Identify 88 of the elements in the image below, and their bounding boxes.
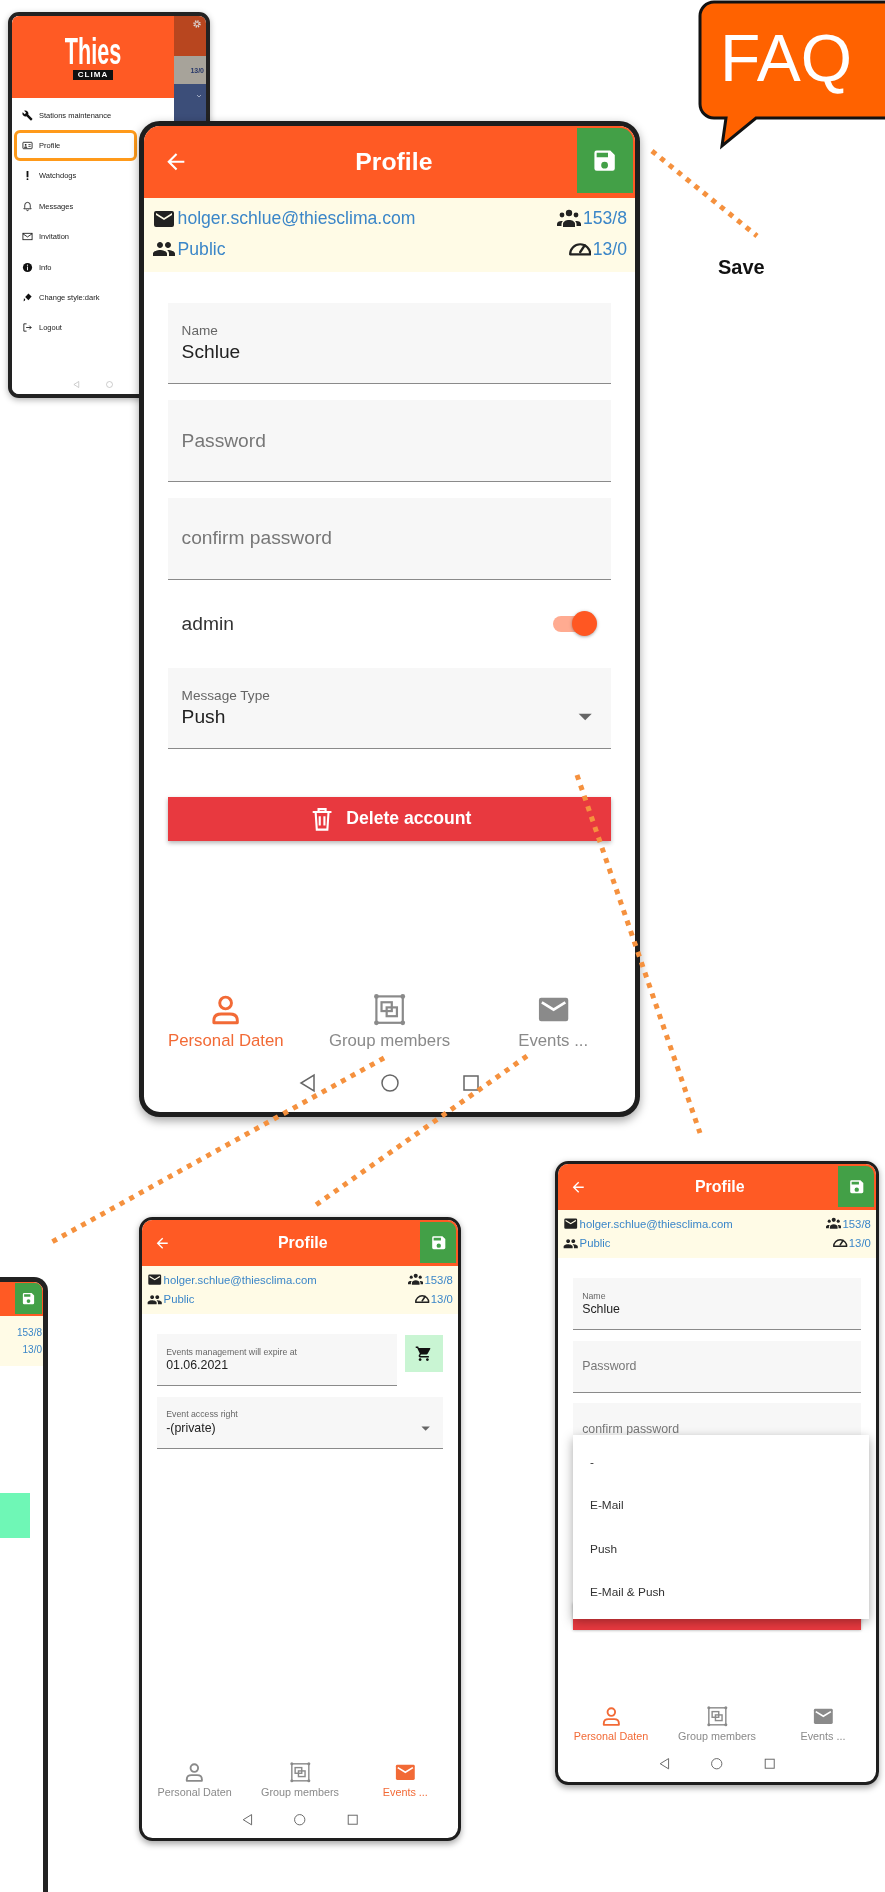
mail-icon: [147, 1272, 163, 1288]
brush-icon: [22, 292, 33, 304]
field-label: Message Type: [181, 688, 271, 703]
info-icon: [22, 261, 33, 273]
tab[interactable]: Group members: [664, 1705, 770, 1743]
tab[interactable]: Events ...: [471, 992, 635, 1051]
input-field[interactable]: Name Schlue: [573, 1277, 861, 1331]
visibility-text: Public: [177, 238, 226, 260]
text-input[interactable]: Schlue: [181, 340, 598, 363]
chevron-icon[interactable]: [195, 92, 203, 100]
settings-icon[interactable]: [192, 19, 202, 29]
switch-label: admin: [181, 612, 234, 635]
save-icon: [847, 1177, 866, 1196]
screen-title: Profile: [276, 1233, 329, 1253]
input-field[interactable]: Name Schlue: [168, 302, 611, 385]
tab[interactable]: Group members: [247, 1761, 353, 1799]
members-count: 153/8: [424, 1273, 453, 1286]
screen-title: Profile: [354, 147, 434, 177]
save-button[interactable]: [838, 1165, 875, 1208]
stations-count: 13/0: [848, 1237, 871, 1250]
input-field[interactable]: Password: [573, 1340, 861, 1394]
menu-option[interactable]: E-Mail & Push: [573, 1570, 869, 1614]
email-address: holger.schlue@thiesclima.com: [163, 1273, 317, 1286]
toggle-switch[interactable]: [551, 610, 598, 637]
input-field[interactable]: confirm password: [168, 497, 611, 580]
email-address: holger.schlue@thiesclima.com: [177, 208, 416, 230]
members-count: 153/8: [842, 1217, 871, 1230]
visibility-text: Public: [579, 1237, 611, 1250]
stations-count: 13/0: [430, 1293, 453, 1306]
envelope-icon: [22, 231, 33, 243]
dropdown-field[interactable]: Event access right -(private): [157, 1396, 443, 1450]
field-label: Event access right: [166, 1409, 239, 1420]
email-address: holger.schlue@thiesclima.com: [579, 1217, 733, 1230]
text-input[interactable]: Password: [582, 1359, 852, 1374]
field-label: Name: [181, 323, 219, 339]
members-count: 153/8: [582, 208, 627, 230]
faq-title: FAQ: [720, 20, 853, 97]
group-icon: [408, 1272, 424, 1288]
gauge-icon: [833, 1239, 848, 1248]
text-input[interactable]: Schlue: [582, 1302, 852, 1317]
cart-icon: [415, 1344, 433, 1363]
text-input[interactable]: confirm password: [582, 1422, 852, 1437]
id-card-icon: [22, 140, 33, 152]
members-count: 153/8: [16, 1327, 42, 1338]
save-icon: [21, 1291, 36, 1306]
field-value: Push: [181, 705, 226, 728]
screen-title: Profile: [693, 1177, 746, 1197]
logout-icon: [22, 322, 33, 334]
save-button[interactable]: [420, 1221, 457, 1264]
menu-option[interactable]: Push: [573, 1526, 869, 1571]
visibility-text: Public: [163, 1293, 195, 1306]
tab[interactable]: Group members: [307, 992, 472, 1051]
bell-icon: [22, 200, 33, 212]
tab[interactable]: Events ...: [770, 1705, 876, 1743]
group-members-icon: [288, 1761, 312, 1785]
input-field[interactable]: Password: [168, 400, 611, 482]
tab[interactable]: Personal Daten: [142, 1761, 248, 1799]
field-label: Name: [582, 1290, 607, 1301]
group-icon: [826, 1216, 842, 1232]
gauge-icon: [415, 1295, 430, 1304]
text-input[interactable]: 01.06.2021: [166, 1358, 389, 1373]
mail-icon: [563, 1216, 579, 1232]
cart-button[interactable]: [405, 1334, 443, 1372]
caret-icon: [421, 1425, 431, 1431]
delete-button[interactable]: Delete account: [168, 796, 611, 841]
logo-title: Thies: [64, 34, 122, 70]
field-label: Events management will expire at: [166, 1346, 298, 1357]
gauge-icon: [568, 242, 592, 256]
stations-count: 13/0: [22, 1344, 42, 1355]
save-icon: [429, 1233, 448, 1252]
text-input[interactable]: confirm password: [181, 527, 598, 550]
home-icon[interactable]: [292, 1811, 308, 1828]
group-members-icon: [371, 992, 408, 1028]
logo-subtitle: CLIMA: [72, 70, 114, 80]
person-icon: [183, 1761, 206, 1785]
wrench-icon: [22, 109, 33, 121]
save-button[interactable]: [576, 128, 633, 194]
input-field[interactable]: Events management will expire at 01.06.2021: [157, 1333, 398, 1387]
save-caption: Save: [718, 256, 765, 279]
dropdown-field[interactable]: Message Type Push: [168, 667, 611, 750]
stations-count: 13/0: [592, 238, 627, 260]
save-button[interactable]: [15, 1283, 42, 1314]
caret-icon: [578, 712, 593, 721]
group-members-icon: [705, 1705, 729, 1729]
menu-option[interactable]: E-Mail: [573, 1483, 869, 1527]
text-input[interactable]: Password: [181, 429, 598, 452]
field-value: -(private): [166, 1421, 216, 1436]
home-icon[interactable]: [709, 1755, 725, 1772]
